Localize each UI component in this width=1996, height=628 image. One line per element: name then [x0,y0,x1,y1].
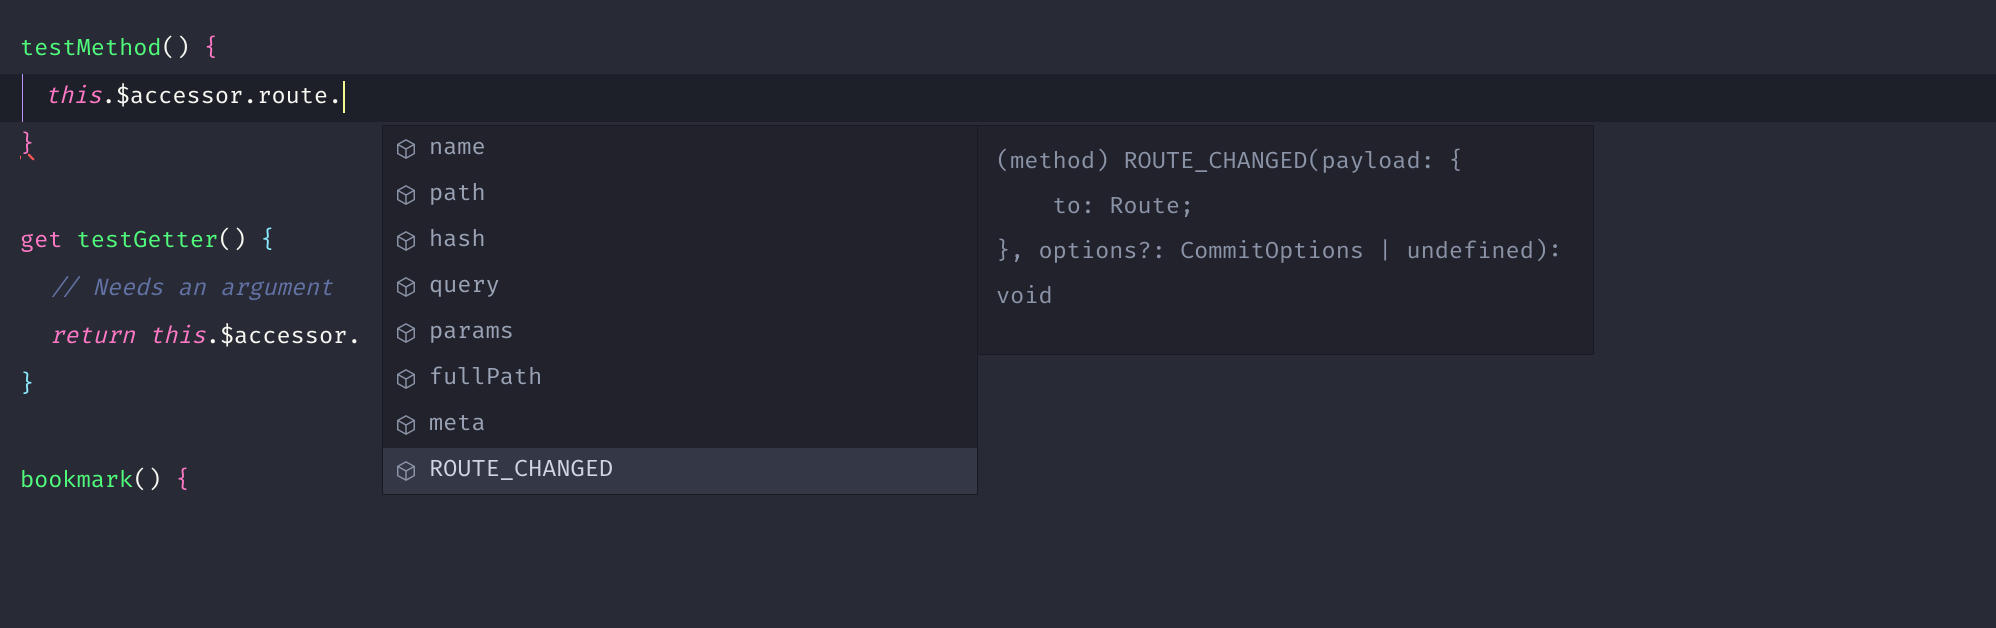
autocomplete-item[interactable]: ROUTE_CHANGED [383,448,977,494]
autocomplete-list[interactable]: name path hash query params fullPath meta ROUTE… [382,125,978,495]
property-chain: .$accessor. [206,323,362,351]
open-brace: { [246,224,274,260]
autocomplete-item-label: query [429,269,500,305]
autocomplete-item[interactable]: path [383,172,977,218]
autocomplete-item-label: path [429,177,486,213]
autocomplete-item[interactable]: hash [383,218,977,264]
open-brace: { [190,32,218,68]
method-name: testMethod [20,32,162,68]
getter-name: testGetter [62,224,218,260]
close-brace-error: } [20,128,34,164]
autocomplete-item-label: meta [429,407,486,443]
open-brace: { [162,464,190,500]
code-line-active[interactable]: this.$accessor.route. [0,74,1996,122]
autocomplete-item[interactable]: params [383,310,977,356]
autocomplete-item-label: hash [429,223,486,259]
autocomplete-item[interactable]: fullPath [383,356,977,402]
indent-guide: this.$accessor.route. [22,74,345,122]
field-icon [395,230,417,252]
autocomplete-docs: (method) ROUTE_CHANGED(payload: { to: Ro… [978,125,1594,355]
comment-text: // Needs an argument [20,272,333,308]
field-icon [395,322,417,344]
code-line[interactable]: testMethod() { [20,26,1976,74]
field-icon [395,276,417,298]
autocomplete-item-label: fullPath [429,361,542,397]
autocomplete-item-label: name [429,131,486,167]
autocomplete-item[interactable]: name [383,126,977,172]
parens: () [133,464,161,500]
autocomplete-item[interactable]: query [383,264,977,310]
autocomplete-item-label: ROUTE_CHANGED [429,453,613,489]
parens: () [162,32,190,68]
keyword-get: get [20,224,62,260]
field-icon [395,414,417,436]
field-icon [395,138,417,160]
autocomplete-item-label: params [429,315,514,351]
close-brace: } [20,368,34,404]
field-icon [395,184,417,206]
parens: () [218,224,246,260]
autocomplete-widget: name path hash query params fullPath meta ROUTE… [382,125,1594,495]
property-chain: .$accessor.route. [102,83,343,111]
keyword-this: this [45,83,102,111]
field-icon [395,368,417,390]
keyword-this: this [135,323,206,351]
method-name: bookmark [20,464,133,500]
text-cursor [343,81,345,113]
cube-icon [395,460,417,482]
keyword-return: return [50,323,135,351]
autocomplete-item[interactable]: meta [383,402,977,448]
